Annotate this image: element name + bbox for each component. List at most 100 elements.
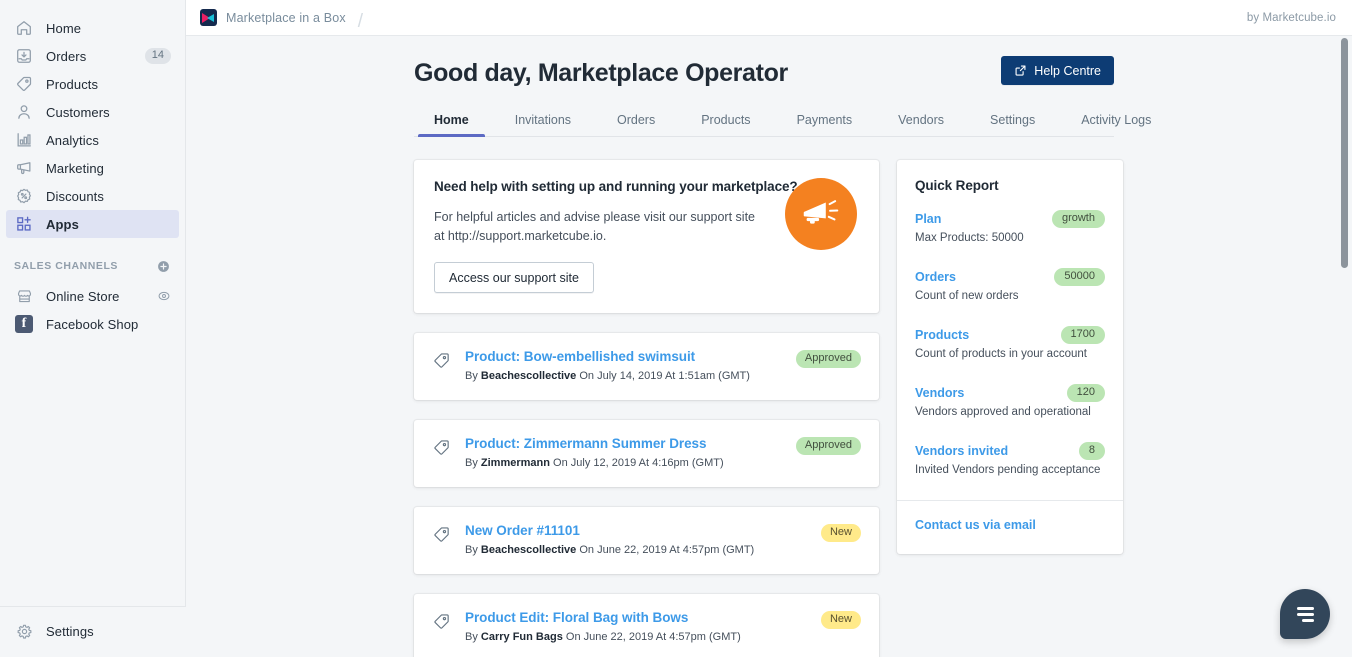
sidebar-item-label: Customers <box>46 104 110 120</box>
content-columns: Need help with setting up and running yo… <box>414 160 1123 657</box>
marketcube-logo-icon <box>200 9 217 26</box>
quick-report-row-vendors: Vendors 120 Vendors approved and operati… <box>915 384 1105 420</box>
status-badge: Approved <box>795 350 861 368</box>
chat-bubble-icon[interactable] <box>1280 589 1330 639</box>
meta-suffix: On June 22, 2019 At 4:57pm (GMT) <box>562 631 741 643</box>
quick-report-row-vendors-invited: Vendors invited 8 Invited Vendors pendin… <box>915 442 1105 478</box>
activity-meta: By Carry Fun Bags On June 22, 2019 At 4:… <box>465 630 813 645</box>
sidebar-item-apps[interactable]: Apps <box>6 210 179 238</box>
tab-label: Products <box>701 113 751 127</box>
scrollbar-thumb[interactable] <box>1341 38 1348 268</box>
tab-invitations[interactable]: Invitations <box>499 113 587 136</box>
status-badge: New <box>820 611 861 629</box>
activity-actor: Beachescollective <box>480 370 577 382</box>
sales-channels-header: SALES CHANNELS <box>6 256 179 276</box>
help-centre-label: Help Centre <box>1034 63 1101 78</box>
tag-icon <box>432 438 451 457</box>
sidebar-item-marketing[interactable]: Marketing <box>6 154 179 182</box>
sidebar-item-label: Apps <box>46 216 79 232</box>
gear-icon <box>14 621 34 641</box>
tab-orders[interactable]: Orders <box>601 113 671 136</box>
breadcrumb-separator: / <box>357 10 364 32</box>
activity-meta: By Zimmermann On July 12, 2019 At 4:16pm… <box>465 456 788 471</box>
activity-title[interactable]: New Order #11101 <box>465 522 813 540</box>
tab-label: Invitations <box>514 113 572 127</box>
tab-settings[interactable]: Settings <box>974 113 1051 136</box>
activity-feed-item[interactable]: New Order #11101 By Beachescollective On… <box>414 507 879 574</box>
sidebar-item-label: Products <box>46 76 99 92</box>
quick-report-row-value: 8 <box>1078 442 1105 460</box>
meta-prefix: By <box>465 544 481 556</box>
facebook-icon: f <box>14 314 34 334</box>
quick-report-row-desc: Count of products in your account <box>915 348 1087 360</box>
quick-report-row-name[interactable]: Products <box>915 328 969 342</box>
tab-label: Vendors <box>898 113 945 127</box>
activity-feed-item[interactable]: Product Edit: Floral Bag with Bows By Ca… <box>414 594 879 657</box>
activity-title[interactable]: Product: Bow-embellished swimsuit <box>465 348 788 366</box>
tab-vendors[interactable]: Vendors <box>882 113 960 136</box>
sidebar-item-home[interactable]: Home <box>6 14 179 42</box>
sidebar-item-label: Online Store <box>46 288 120 304</box>
page-content: Good day, Marketplace Operator Help Cent… <box>186 36 1352 657</box>
contact-us-link[interactable]: Contact us via email <box>915 518 1036 532</box>
megaphone-icon <box>785 178 857 250</box>
page-scrollbar[interactable] <box>1341 38 1348 657</box>
activity-feed-item[interactable]: Product: Bow-embellished swimsuit By Bea… <box>414 333 879 400</box>
customers-person-icon <box>14 102 34 122</box>
sidebar-footer: Settings <box>0 606 186 657</box>
meta-prefix: By <box>465 631 481 643</box>
access-support-site-button[interactable]: Access our support site <box>434 262 594 293</box>
tab-label: Activity Logs <box>1081 113 1152 127</box>
tab-home[interactable]: Home <box>418 113 485 137</box>
sidebar-item-online-store[interactable]: Online Store <box>6 282 179 310</box>
sidebar-item-label: Orders <box>46 48 87 64</box>
sidebar: Home Orders 14 Products Customers Analyt… <box>0 0 186 657</box>
quick-report-row-name[interactable]: Plan <box>915 212 941 226</box>
tab-label: Settings <box>990 113 1036 127</box>
activity-feed-item[interactable]: Product: Zimmermann Summer Dress By Zimm… <box>414 420 879 487</box>
quick-report-row-products: Products 1700 Count of products in your … <box>915 326 1105 362</box>
right-column: Quick Report Plan growth Max Products: 5… <box>897 160 1123 657</box>
quick-report-row-orders: Orders 50000 Count of new orders <box>915 268 1105 304</box>
quick-report-row-name[interactable]: Orders <box>915 270 956 284</box>
sidebar-item-discounts[interactable]: Discounts <box>6 182 179 210</box>
quick-report-card: Quick Report Plan growth Max Products: 5… <box>897 160 1123 554</box>
app-topbar: Marketplace in a Box / by Marketcube.io <box>186 0 1352 36</box>
sidebar-item-label: Marketing <box>46 160 104 176</box>
eye-icon[interactable] <box>157 289 171 303</box>
external-link-icon <box>1014 64 1027 77</box>
sidebar-item-customers[interactable]: Customers <box>6 98 179 126</box>
tab-label: Home <box>434 113 469 127</box>
quick-report-row-name[interactable]: Vendors invited <box>915 444 1008 458</box>
sidebar-item-label: Analytics <box>46 132 99 148</box>
sidebar-item-facebook-shop[interactable]: f Facebook Shop <box>6 310 179 338</box>
chat-lines <box>1296 606 1314 622</box>
tab-products[interactable]: Products <box>685 113 766 136</box>
support-card-body: For helpful articles and advise please v… <box>434 210 755 243</box>
status-badge: New <box>820 524 861 542</box>
sidebar-item-label: Facebook Shop <box>46 316 139 332</box>
tab-activity-logs[interactable]: Activity Logs <box>1065 113 1167 136</box>
tab-label: Orders <box>617 113 656 127</box>
activity-actor: Zimmermann <box>480 457 550 469</box>
activity-title[interactable]: Product Edit: Floral Bag with Bows <box>465 609 813 627</box>
activity-actor: Beachescollective <box>480 544 577 556</box>
quick-report-row-value: 1700 <box>1060 326 1105 344</box>
discounts-percent-icon <box>14 186 34 206</box>
activity-feed: Product: Bow-embellished swimsuit By Bea… <box>414 333 879 657</box>
quick-report-row-name[interactable]: Vendors <box>915 386 964 400</box>
sidebar-item-analytics[interactable]: Analytics <box>6 126 179 154</box>
help-centre-button[interactable]: Help Centre <box>1001 56 1114 85</box>
analytics-bar-chart-icon <box>14 130 34 150</box>
tab-payments[interactable]: Payments <box>781 113 869 136</box>
sales-channels-title: SALES CHANNELS <box>14 260 118 272</box>
page-tabs: Home Invitations Orders Products Payment… <box>414 113 1151 137</box>
quick-report-row-desc: Count of new orders <box>915 290 1019 302</box>
activity-title[interactable]: Product: Zimmermann Summer Dress <box>465 435 788 453</box>
sidebar-item-settings[interactable]: Settings <box>6 617 180 645</box>
marketing-megaphone-icon <box>14 158 34 178</box>
quick-report-row-desc: Max Products: 50000 <box>915 232 1024 244</box>
plus-circle-icon[interactable] <box>156 259 171 274</box>
sidebar-item-orders[interactable]: Orders 14 <box>6 42 179 70</box>
sidebar-item-products[interactable]: Products <box>6 70 179 98</box>
